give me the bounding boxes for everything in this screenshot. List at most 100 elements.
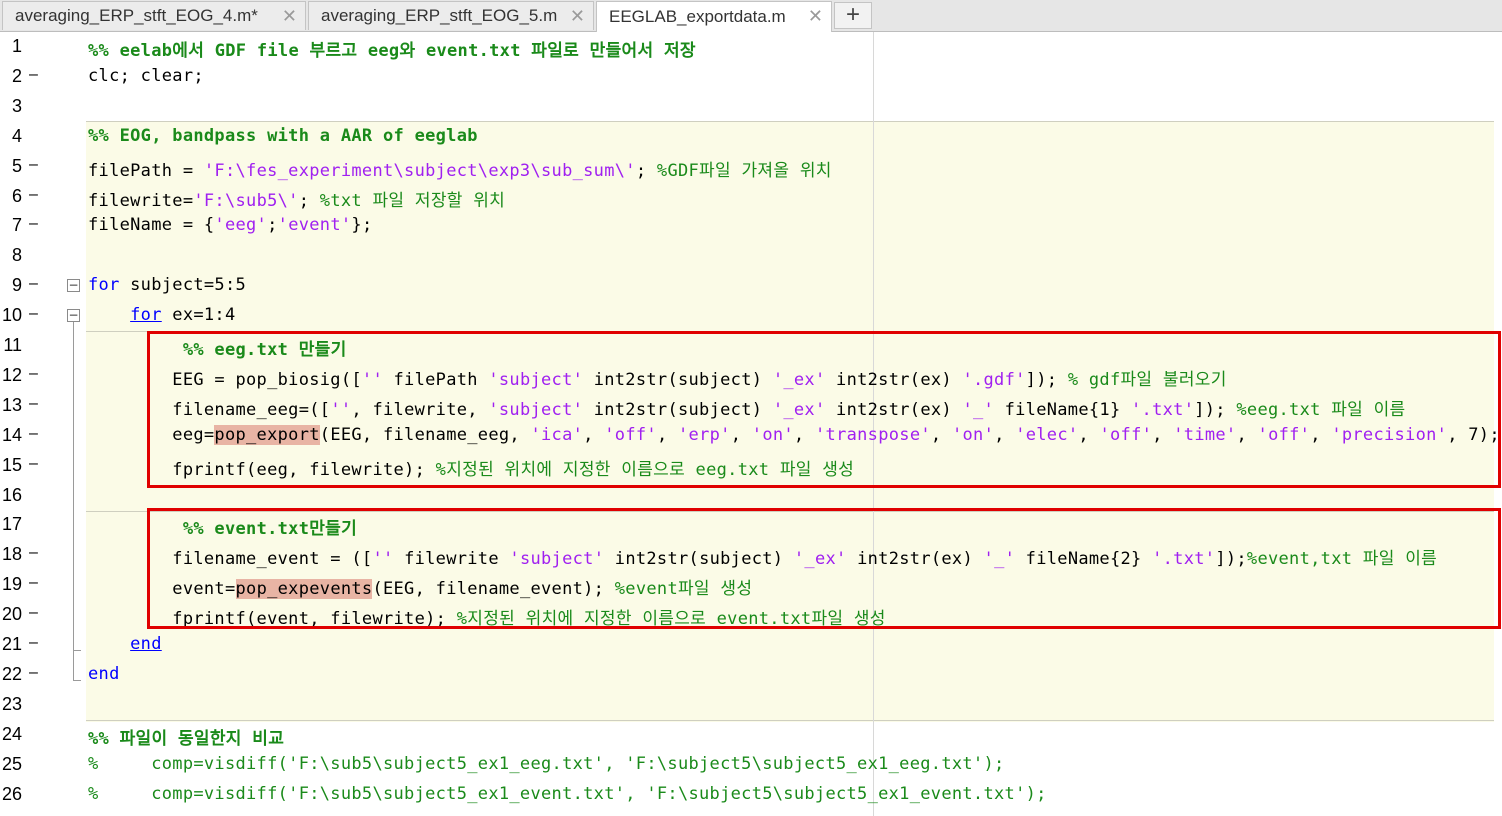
code-token: filePath = [88, 160, 204, 181]
line-number: 11 [3, 335, 22, 355]
line-number: 5 [11, 155, 22, 176]
code-token: % comp=visdiff('F:\sub5\subject5_ex1_eeg… [88, 753, 1005, 774]
line-number: 3 [11, 95, 22, 116]
code-line[interactable]: 1 %% eelab에서 GDF file 부르고 eeg와 event.txt … [0, 32, 1502, 62]
breakpoint-marker[interactable]: – [29, 156, 38, 174]
code-text: end [88, 664, 120, 684]
line-number: 12 [1, 364, 22, 385]
line-number: 15 [1, 454, 22, 475]
line-number: 1 [11, 36, 22, 56]
line-number: 17 [1, 514, 22, 535]
code-token: for [130, 305, 162, 326]
line-number: 4 [11, 125, 22, 146]
tab-averaging-erp-5[interactable]: averaging_ERP_stft_EOG_5.m ✕ [308, 1, 594, 30]
close-icon[interactable]: ✕ [808, 6, 823, 27]
code-token: %% EOG, bandpass with a AAR of eeglab [88, 125, 478, 146]
code-line[interactable]: 10– for ex=1:4 [0, 301, 1502, 331]
line-number: 19 [1, 574, 22, 595]
code-line[interactable]: 24 %% 파일이 동일한지 비교 [0, 720, 1502, 750]
breakpoint-marker[interactable]: – [29, 365, 38, 383]
code-line[interactable]: 23 [0, 690, 1502, 720]
code-line[interactable]: 7– fileName = {'eeg';'event'}; [0, 211, 1502, 241]
code-token: filewrite= [88, 190, 194, 211]
line-number: 24 [1, 723, 22, 744]
code-line[interactable]: 2– clc; clear; [0, 62, 1502, 92]
code-line[interactable]: 21– end [0, 630, 1502, 660]
code-text: for subject=5:5 [88, 275, 246, 295]
code-token: %txt 파일 저장할 위치 [319, 190, 506, 211]
tab-label: EEGLAB_exportdata.m [609, 7, 786, 26]
annotation-box-eeg [147, 331, 1501, 488]
breakpoint-marker[interactable]: – [29, 66, 38, 84]
line-number: 6 [11, 185, 22, 206]
code-token: 'event' [277, 215, 352, 236]
code-token: 'F:\sub5\' [193, 190, 299, 211]
code-token: %% eelab에서 GDF file 부르고 eeg와 event.txt 파… [88, 41, 696, 61]
line-number: 8 [11, 245, 22, 266]
code-line[interactable]: 8 [0, 241, 1502, 271]
code-token: %GDF파일 가져올 위치 [656, 160, 832, 181]
breakpoint-marker[interactable]: – [29, 215, 38, 233]
code-token: ; [267, 215, 278, 236]
code-text: filewrite='F:\sub5\'; %txt 파일 저장할 위치 [88, 186, 505, 211]
code-line[interactable]: 9– for subject=5:5 [0, 271, 1502, 301]
code-text: end [88, 634, 162, 654]
line-number: 9 [11, 275, 22, 296]
breakpoint-marker[interactable]: – [29, 574, 38, 592]
breakpoint-marker[interactable]: – [29, 305, 38, 323]
code-token: clc; clear; [88, 65, 204, 86]
close-icon[interactable]: ✕ [570, 6, 585, 27]
breakpoint-marker[interactable]: – [29, 634, 38, 652]
code-line[interactable]: 6– filewrite='F:\sub5\'; %txt 파일 저장할 위치 [0, 182, 1502, 212]
code-line[interactable]: 25 % comp=visdiff('F:\sub5\subject5_ex1_e… [0, 750, 1502, 780]
code-token: ; [298, 190, 320, 211]
line-number: 16 [1, 484, 22, 505]
code-token: %% 파일이 동일한지 비교 [88, 728, 285, 749]
breakpoint-marker[interactable]: – [29, 186, 38, 204]
code-text: %% 파일이 동일한지 비교 [88, 724, 284, 749]
breakpoint-marker[interactable]: – [29, 664, 38, 682]
code-token: subject=5:5 [119, 275, 247, 296]
breakpoint-marker[interactable]: – [29, 275, 38, 293]
tab-eeglab-exportdata[interactable]: EEGLAB_exportdata.m ✕ [596, 1, 832, 32]
close-icon[interactable]: ✕ [282, 6, 297, 27]
line-number: 18 [1, 544, 22, 565]
code-text: for ex=1:4 [88, 305, 236, 325]
line-number: 20 [1, 604, 22, 625]
code-text: % comp=visdiff('F:\sub5\subject5_ex1_eve… [88, 784, 1047, 804]
code-text: clc; clear; [88, 66, 204, 86]
code-token: ; [635, 160, 657, 181]
line-number: 10 [1, 305, 22, 326]
annotation-box-event [147, 508, 1501, 629]
line-number: 13 [1, 394, 22, 415]
line-number: 2 [11, 65, 22, 86]
editor-tab-bar: averaging_ERP_stft_EOG_4.m* ✕ averaging_… [0, 0, 1502, 32]
line-number: 14 [1, 424, 22, 445]
breakpoint-marker[interactable]: – [29, 604, 38, 622]
line-number: 23 [1, 693, 22, 714]
breakpoint-marker[interactable]: – [29, 395, 38, 413]
code-line[interactable]: 5– filePath = 'F:\fes_experiment\subject\… [0, 152, 1502, 182]
tab-averaging-erp-4[interactable]: averaging_ERP_stft_EOG_4.m* ✕ [2, 1, 306, 30]
breakpoint-marker[interactable]: – [29, 455, 38, 473]
code-token: 'F:\fes_experiment\subject\exp3\sub_sum\… [203, 160, 636, 181]
code-token: ex=1:4 [161, 305, 236, 326]
code-text: filePath = 'F:\fes_experiment\subject\ex… [88, 156, 832, 181]
line-number: 26 [1, 783, 22, 804]
breakpoint-marker[interactable]: – [29, 544, 38, 562]
line-number: 7 [11, 215, 22, 236]
code-text: fileName = {'eeg';'event'}; [88, 215, 372, 235]
breakpoint-marker[interactable]: – [29, 425, 38, 443]
code-line[interactable]: 3 [0, 92, 1502, 122]
line-number: 22 [1, 663, 22, 684]
line-number: 25 [1, 753, 22, 774]
add-tab-button[interactable]: + [834, 2, 872, 29]
code-text: % comp=visdiff('F:\sub5\subject5_ex1_eeg… [88, 754, 1005, 774]
code-line[interactable]: 26 % comp=visdiff('F:\sub5\subject5_ex1_e… [0, 780, 1502, 810]
tab-label: averaging_ERP_stft_EOG_5.m [321, 6, 558, 25]
code-token: end [130, 634, 162, 654]
code-line[interactable]: 4 %% EOG, bandpass with a AAR of eeglab [0, 122, 1502, 152]
code-line[interactable]: 22– end [0, 660, 1502, 690]
